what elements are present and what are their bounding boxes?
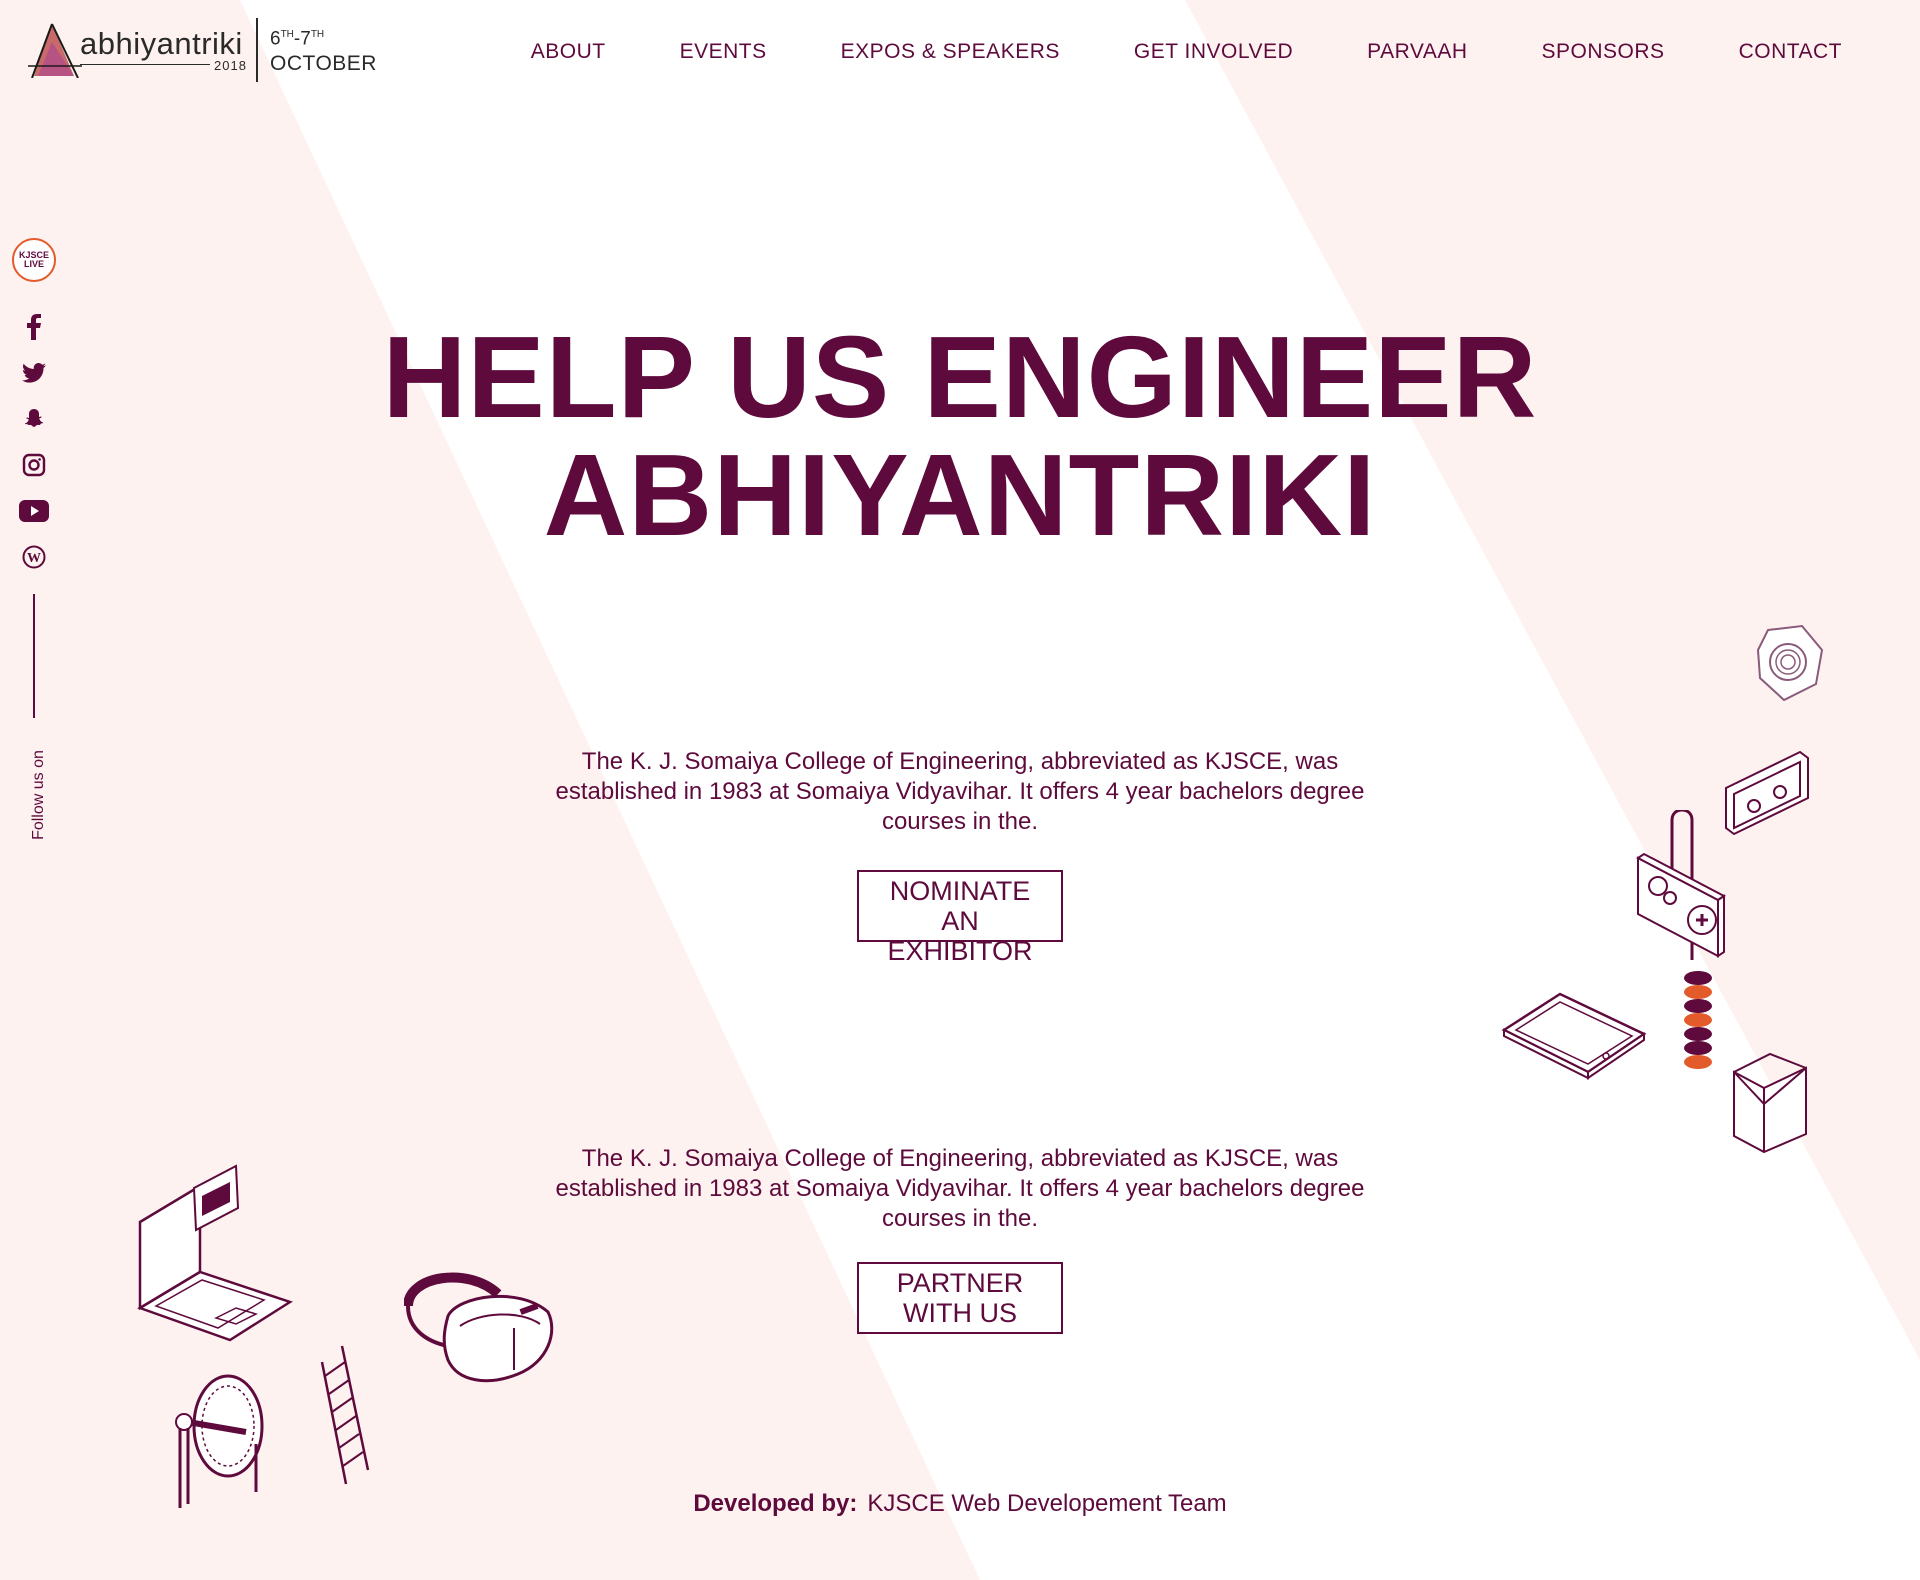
envelope-icon: [1733, 1052, 1807, 1154]
logo-triangle-icon: [28, 23, 82, 78]
partner-description: The K. J. Somaiya College of Engineering…: [555, 1145, 1365, 1232]
nav-about[interactable]: ABOUT: [531, 40, 606, 64]
main-nav: ABOUT EVENTS EXPOS & SPEAKERS GET INVOLV…: [531, 40, 1842, 64]
logo-divider: [256, 18, 258, 82]
nav-sponsors[interactable]: SPONSORS: [1542, 40, 1665, 64]
svg-text:W: W: [27, 551, 41, 566]
follow-us-label: Follow us on: [30, 750, 47, 840]
logo-underline: [80, 64, 210, 65]
instagram-icon[interactable]: [12, 442, 56, 488]
youtube-icon[interactable]: [12, 488, 56, 534]
kjsce-live-icon[interactable]: KJSCE LIVE: [12, 238, 56, 282]
snapchat-icon[interactable]: [12, 396, 56, 442]
logo-wordmark: abhiyantriki: [80, 26, 243, 61]
event-month: OCTOBER: [270, 52, 377, 75]
hex-nut-icon: [1756, 624, 1824, 702]
footer-team: KJSCE Web Developement Team: [867, 1490, 1227, 1517]
tablet-icon: [1501, 992, 1647, 1080]
facebook-icon[interactable]: [12, 304, 56, 350]
laptop-icon: [137, 1164, 293, 1342]
site-logo[interactable]: abhiyantriki 2018 6TH-7TH OCTOBER: [28, 18, 376, 86]
logo-year: 2018: [214, 58, 247, 73]
wordpress-icon[interactable]: W: [12, 534, 56, 580]
footer-credit: Developed by: KJSCE Web Developement Team: [0, 1490, 1920, 1518]
nominate-exhibitor-button[interactable]: NOMINATE AN EXHIBITOR: [857, 870, 1063, 966]
nav-get-involved[interactable]: GET INVOLVED: [1134, 40, 1293, 64]
nav-parvaah[interactable]: PARVAAH: [1367, 40, 1467, 64]
nav-expos-speakers[interactable]: EXPOS & SPEAKERS: [841, 40, 1060, 64]
footer-label: Developed by:: [693, 1490, 858, 1517]
exhibitor-description: The K. J. Somaiya College of Engineering…: [555, 748, 1365, 835]
event-dates: 6TH-7TH: [270, 28, 325, 50]
partner-with-us-button[interactable]: PARTNER WITH US: [857, 1262, 1063, 1334]
page-title: HELP US ENGINEER ABHIYANTRIKI: [382, 312, 1538, 560]
rail-divider: [33, 594, 35, 718]
nav-contact[interactable]: CONTACT: [1739, 40, 1842, 64]
social-rail: KJSCE LIVE W Follow us on: [12, 238, 56, 840]
vr-headset-icon: [404, 1272, 554, 1383]
gear-wheel-icon: [175, 1374, 264, 1508]
nav-events[interactable]: EVENTS: [680, 40, 767, 64]
ladder-icon: [320, 1345, 370, 1485]
twitter-icon[interactable]: [12, 350, 56, 396]
